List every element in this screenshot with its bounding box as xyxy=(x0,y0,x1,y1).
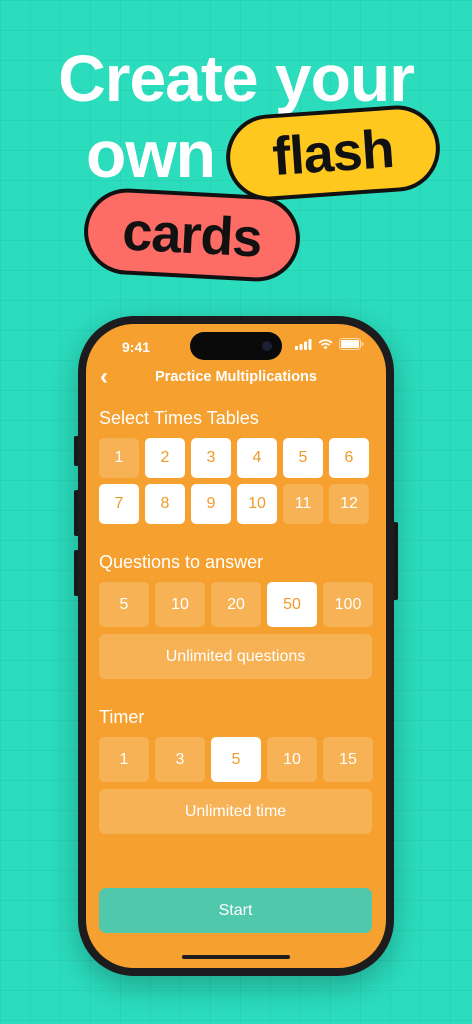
times-tables-grid: 1 2 3 4 5 6 7 8 9 10 11 12 xyxy=(99,438,369,524)
timer-option-10[interactable]: 10 xyxy=(267,737,317,782)
times-table-option-7[interactable]: 7 xyxy=(99,484,139,524)
questions-option-5[interactable]: 5 xyxy=(99,582,149,627)
start-button[interactable]: Start xyxy=(99,888,372,933)
times-table-option-5[interactable]: 5 xyxy=(283,438,323,478)
camera-icon xyxy=(262,341,272,351)
timer-title: Timer xyxy=(99,707,145,727)
questions-option-20[interactable]: 20 xyxy=(211,582,261,627)
timer-option-15[interactable]: 15 xyxy=(323,737,373,782)
times-table-option-3[interactable]: 3 xyxy=(191,438,231,478)
dynamic-island xyxy=(190,332,282,360)
questions-option-10[interactable]: 10 xyxy=(155,582,205,627)
headline-line-1: Create your xyxy=(58,41,415,115)
times-table-option-10[interactable]: 10 xyxy=(237,484,277,524)
times-table-option-6[interactable]: 6 xyxy=(329,438,369,478)
timer-grid: 1 3 5 10 15 xyxy=(99,737,373,782)
questions-option-100[interactable]: 100 xyxy=(323,582,373,627)
status-time: 9:41 xyxy=(122,339,151,355)
times-table-option-8[interactable]: 8 xyxy=(145,484,185,524)
cards-pill: cards xyxy=(81,186,303,284)
times-table-option-9[interactable]: 9 xyxy=(191,484,231,524)
times-table-option-1[interactable]: 1 xyxy=(99,438,139,478)
phone-screen: 9:41 ‹ Practice Multiplications Select T… xyxy=(86,324,386,968)
nav-title: Practice Multiplications xyxy=(155,369,317,385)
times-table-option-4[interactable]: 4 xyxy=(237,438,277,478)
battery-icon xyxy=(339,338,364,350)
times-table-option-11[interactable]: 11 xyxy=(283,484,323,524)
timer-option-3[interactable]: 3 xyxy=(155,737,205,782)
unlimited-questions-button[interactable]: Unlimited questions xyxy=(99,634,372,679)
questions-option-50[interactable]: 50 xyxy=(267,582,317,627)
times-table-option-12[interactable]: 12 xyxy=(329,484,369,524)
status-icons xyxy=(295,338,364,350)
timer-option-1[interactable]: 1 xyxy=(99,737,149,782)
unlimited-time-button[interactable]: Unlimited time xyxy=(99,789,372,834)
times-tables-title: Select Times Tables xyxy=(99,408,259,428)
timer-option-5[interactable]: 5 xyxy=(211,737,261,782)
cellular-signal-icon xyxy=(295,338,312,350)
headline-line-2: own xyxy=(86,117,216,191)
times-table-option-2[interactable]: 2 xyxy=(145,438,185,478)
flash-pill: flash xyxy=(223,102,443,204)
home-indicator xyxy=(182,955,290,959)
questions-grid: 5 10 20 50 100 xyxy=(99,582,373,627)
questions-title: Questions to answer xyxy=(99,552,264,572)
wifi-icon xyxy=(318,338,333,349)
